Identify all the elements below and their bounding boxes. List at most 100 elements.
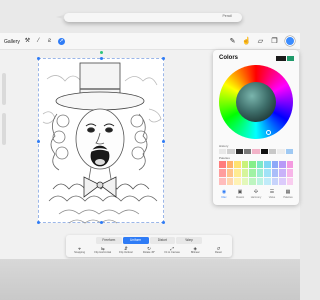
history-swatch[interactable] (277, 149, 285, 154)
color-disc[interactable] (219, 65, 293, 139)
palette-swatch[interactable] (241, 177, 248, 185)
transform-action-fit-canvas[interactable]: ⤢ Fit to Canvas (161, 246, 184, 256)
color-mode-tab-value[interactable]: ☰ Value (265, 189, 279, 199)
palette-swatch[interactable] (286, 161, 293, 169)
active-color-button[interactable] (285, 36, 295, 46)
palettes-label: Palettes (219, 156, 230, 160)
selection-icon[interactable]: ƨ (46, 38, 53, 45)
transform-action-snapping[interactable]: ⌖ Snapping (68, 246, 91, 256)
eraser-icon[interactable]: ▱ (256, 37, 265, 46)
history-swatch[interactable] (243, 149, 252, 154)
transform-action-label: Bilinear (190, 251, 200, 254)
rotate-handle[interactable] (100, 51, 103, 54)
opacity-slider[interactable] (2, 113, 6, 145)
color-mode-tab-disc[interactable]: ◉ Disc (217, 189, 231, 199)
palette-swatch[interactable] (279, 177, 286, 185)
palette-swatch[interactable] (264, 169, 271, 177)
history-swatches (219, 149, 293, 154)
layers-icon[interactable]: ❐ (270, 37, 279, 46)
palette-swatch[interactable] (256, 169, 263, 177)
history-label: History (219, 144, 229, 148)
palette-swatch[interactable] (279, 169, 286, 177)
palette-swatch[interactable] (234, 161, 241, 169)
history-swatch[interactable] (235, 149, 243, 154)
palette-swatch[interactable] (249, 161, 256, 169)
palette-swatch[interactable] (286, 169, 293, 177)
secondary-color-swatch[interactable] (287, 56, 294, 61)
color-picker-knob[interactable] (266, 130, 271, 135)
transform-handle-bottom[interactable] (100, 221, 103, 224)
top-toolbar: Gallery ⚒ ⁄ ƨ ➚ ✎ ☝ ▱ ❐ (0, 33, 300, 50)
transform-action-flip-vertical[interactable]: ⇵ Flip Vertical (114, 246, 137, 256)
palette-swatch[interactable] (264, 161, 271, 169)
palette-swatch[interactable] (256, 177, 263, 185)
transform-handle-top-left[interactable] (37, 57, 40, 60)
palette-swatch[interactable] (249, 177, 256, 185)
color-mode-label: Harmony (250, 196, 262, 199)
color-mode-label: Classic (235, 196, 245, 199)
palette-swatch[interactable] (241, 161, 248, 169)
transform-handle-top[interactable] (100, 57, 103, 60)
transform-actions: ⌖ Snapping ⇋ Flip Horizontal ⇵ Flip Vertical ↻… (68, 246, 230, 256)
transform-action-label: Fit to Canvas (164, 251, 180, 254)
desk-surface (0, 259, 300, 300)
drawing-canvas[interactable] (37, 51, 165, 224)
transform-action-reset[interactable]: ↺ Reset (207, 246, 230, 256)
color-mode-label: Palettes (283, 196, 293, 199)
transform-action-rotate[interactable]: ↻ Rotate 45° (137, 246, 160, 256)
color-mode-tabs: ◉ Disc ▣ Classic ✣ Harmony ☰ Value ▦ Palettes (217, 189, 295, 203)
palette-swatch[interactable] (271, 177, 278, 185)
transform-handle-top-right[interactable] (162, 57, 165, 60)
color-mode-tab-palettes[interactable]: ▦ Palettes (281, 189, 295, 199)
palette-swatch[interactable] (286, 177, 293, 185)
magic-wand-icon[interactable]: ⁄ (35, 38, 42, 45)
history-swatch[interactable] (260, 149, 268, 154)
palette-swatch[interactable] (279, 161, 286, 169)
transform-handle-bottom-right[interactable] (162, 221, 165, 224)
transform-mode-distort[interactable]: Distort (149, 237, 176, 244)
colors-panel: Colors History Palettes ◉ Disc ▣ Classic ✣ Ha… (213, 50, 299, 205)
gallery-button[interactable]: Gallery (4, 39, 20, 45)
history-swatch[interactable] (268, 149, 277, 154)
palette-swatch[interactable] (226, 177, 233, 185)
brush-icon[interactable]: ✎ (228, 37, 237, 46)
transform-action-interpolation[interactable]: ◈ Bilinear (184, 246, 207, 256)
transform-mode-freeform[interactable]: Freeform (96, 237, 122, 244)
palette-swatch[interactable] (226, 161, 233, 169)
palette-swatch[interactable] (234, 177, 241, 185)
transform-action-flip-horizontal[interactable]: ⇋ Flip Horizontal (91, 246, 114, 256)
saturation-brightness-disc[interactable] (236, 82, 276, 135)
palette-swatch[interactable] (264, 177, 271, 185)
palette-swatch[interactable] (271, 169, 278, 177)
transform-mode-warp[interactable]: Warp (176, 237, 202, 244)
palette-swatch[interactable] (271, 161, 278, 169)
transform-arrow-icon[interactable]: ➚ (58, 38, 65, 45)
palette-swatch[interactable] (234, 169, 241, 177)
clown-line-art (42, 62, 162, 224)
history-swatch[interactable] (285, 149, 293, 154)
palette-swatch[interactable] (219, 177, 226, 185)
smudge-icon[interactable]: ☝ (242, 37, 251, 46)
transform-handle-right[interactable] (162, 140, 165, 143)
palette-swatch[interactable] (219, 161, 226, 169)
transform-mode-uniform[interactable]: Uniform (122, 237, 149, 244)
transform-action-label: Flip Horizontal (94, 251, 111, 254)
palette-swatch[interactable] (219, 169, 226, 177)
palette-swatch[interactable] (256, 161, 263, 169)
classic-icon: ▣ (237, 189, 243, 195)
palette-swatch[interactable] (249, 169, 256, 177)
transform-handle-bottom-left[interactable] (37, 221, 40, 224)
history-swatch[interactable] (227, 149, 235, 154)
wrench-icon[interactable]: ⚒ (24, 38, 31, 45)
color-mode-tab-classic[interactable]: ▣ Classic (233, 189, 247, 199)
palette-swatch[interactable] (241, 169, 248, 177)
palette-swatch[interactable] (226, 169, 233, 177)
history-swatch[interactable] (219, 149, 227, 154)
color-mode-tab-harmony[interactable]: ✣ Harmony (249, 189, 263, 199)
primary-color-swatch[interactable] (276, 56, 286, 61)
brush-size-slider[interactable] (2, 73, 6, 105)
transform-handle-left[interactable] (37, 140, 40, 143)
history-swatch[interactable] (252, 149, 260, 154)
transform-action-label: Rotate 45° (142, 251, 156, 254)
palettes-icon: ▦ (285, 189, 291, 195)
